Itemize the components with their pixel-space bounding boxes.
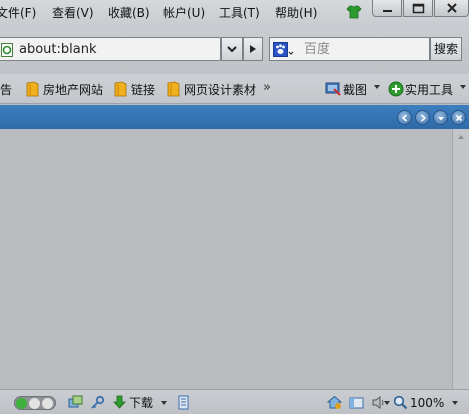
- favorites-more-button[interactable]: »: [263, 80, 271, 95]
- chevron-left-icon: [401, 114, 408, 122]
- tab-scroll-right-button[interactable]: [415, 110, 430, 125]
- scroll-up-icon[interactable]: [453, 129, 469, 145]
- tools-dropdown[interactable]: [460, 85, 466, 89]
- page-icon: [1, 43, 13, 57]
- tab-scroll-left-button[interactable]: [397, 110, 412, 125]
- search-box[interactable]: 百度: [269, 37, 430, 61]
- chevron-down-icon: [438, 117, 444, 121]
- tab-close-button[interactable]: [451, 110, 466, 125]
- skin-shirt-icon[interactable]: [345, 3, 363, 21]
- screenshot-icon: [325, 82, 341, 96]
- tab-list-button[interactable]: [433, 110, 448, 125]
- page-content[interactable]: [0, 129, 452, 389]
- key-icon[interactable]: [90, 395, 105, 410]
- menu-help[interactable]: 帮助(H): [275, 4, 317, 22]
- status-bar: 下载 100%: [0, 389, 469, 414]
- chevron-right-icon: [420, 114, 427, 122]
- screenshot-dropdown[interactable]: [374, 85, 380, 89]
- window-icon[interactable]: [349, 395, 364, 410]
- close-icon: [447, 3, 457, 13]
- close-button[interactable]: [434, 0, 469, 17]
- address-toolbar: about:blank 百度 搜索: [0, 26, 469, 74]
- play-arrow-icon: [250, 45, 256, 53]
- menu-tools[interactable]: 工具(T): [219, 4, 260, 22]
- status-dot-icon: [42, 398, 53, 409]
- speaker-dropdown[interactable]: [384, 401, 390, 405]
- tab-strip: [0, 105, 469, 129]
- add-tools-icon: [388, 81, 404, 97]
- maximize-icon: [412, 3, 425, 14]
- go-button[interactable]: [243, 37, 263, 61]
- screenshot-button[interactable]: 截图: [343, 81, 367, 99]
- menu-bar: 文件(F) 查看(V) 收藏(B) 帐户(U) 工具(T) 帮助(H): [0, 0, 469, 26]
- address-url[interactable]: about:blank: [19, 41, 97, 58]
- house-alert-icon[interactable]: [327, 395, 342, 410]
- folder-icon: [167, 81, 180, 97]
- folder-icon: [114, 81, 127, 97]
- address-bar[interactable]: about:blank: [0, 37, 221, 61]
- menu-account[interactable]: 帐户(U): [163, 4, 205, 22]
- screens-icon[interactable]: [68, 395, 83, 410]
- favorite-item-links[interactable]: 链接: [131, 81, 155, 99]
- status-dot-green-icon: [16, 398, 27, 409]
- maximize-button[interactable]: [403, 0, 433, 17]
- minimize-icon: [383, 10, 392, 12]
- favorite-item-web-design[interactable]: 网页设计素材: [184, 81, 256, 99]
- page-icon[interactable]: [176, 395, 191, 410]
- download-button[interactable]: 下载: [129, 395, 153, 411]
- search-input[interactable]: 百度: [304, 41, 330, 58]
- zoom-dropdown[interactable]: [452, 401, 458, 405]
- menu-file[interactable]: 文件(F): [0, 4, 36, 22]
- chevron-down-icon: [227, 46, 237, 53]
- tools-button[interactable]: 实用工具: [405, 81, 453, 99]
- favorites-bar: 报告 房地产网站 链接 网页设计素材 » 截图 实用工具: [0, 74, 469, 104]
- menu-view[interactable]: 查看(V): [52, 4, 94, 22]
- search-button[interactable]: 搜索: [430, 37, 462, 61]
- window-controls: [372, 0, 469, 18]
- zoom-magnifier-icon: [393, 395, 408, 410]
- vertical-scrollbar[interactable]: [452, 129, 469, 389]
- zoom-level[interactable]: 100%: [410, 395, 444, 411]
- favorite-item-report[interactable]: 报告: [0, 81, 12, 99]
- mode-toggle[interactable]: [14, 396, 56, 410]
- minimize-button[interactable]: [372, 0, 402, 17]
- baidu-paw-icon[interactable]: [273, 42, 295, 58]
- menu-favorites[interactable]: 收藏(B): [108, 4, 150, 22]
- download-arrow-icon: [113, 395, 126, 409]
- close-icon: [455, 114, 463, 122]
- folder-icon: [26, 81, 39, 97]
- download-dropdown[interactable]: [161, 401, 167, 405]
- address-history-dropdown[interactable]: [221, 37, 243, 61]
- status-dot-icon: [29, 398, 40, 409]
- favorite-item-real-estate[interactable]: 房地产网站: [43, 81, 103, 99]
